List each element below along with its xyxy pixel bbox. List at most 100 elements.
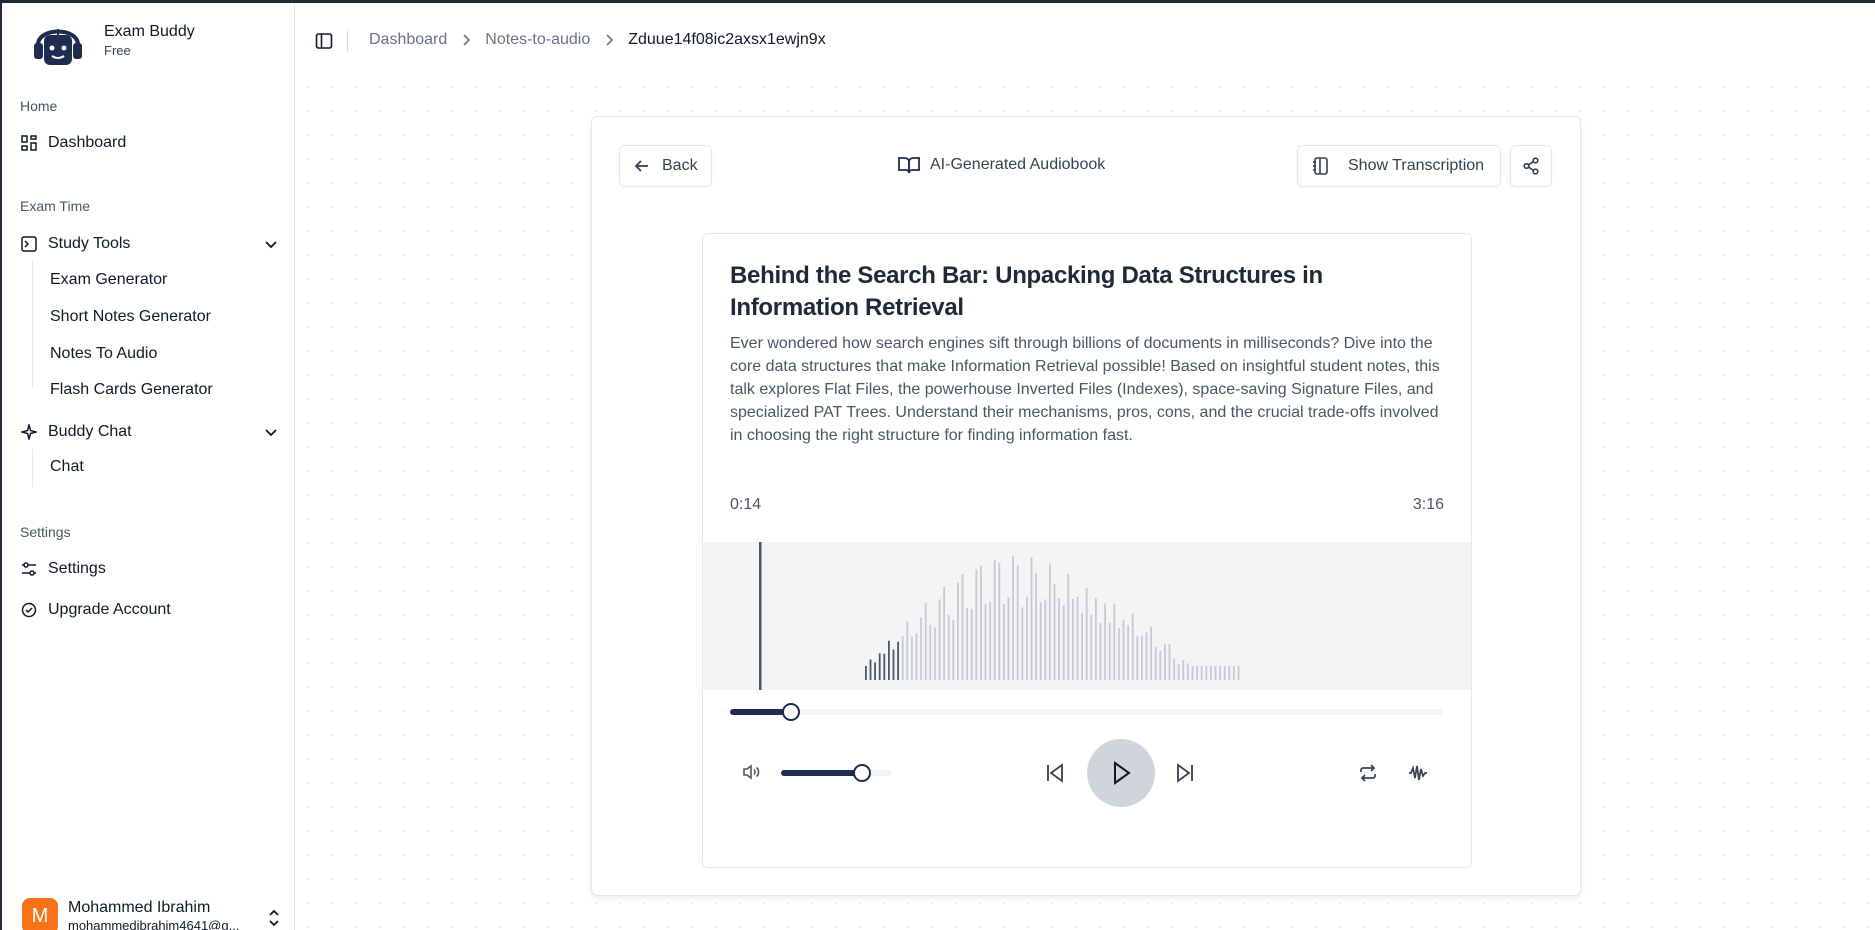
user-name: Mohammed Ibrahim — [68, 899, 211, 916]
waveform-bar — [1076, 596, 1079, 680]
arrow-left-icon — [634, 160, 648, 172]
sidebar-item-exam-generator[interactable]: Exam Generator — [50, 271, 167, 289]
waveform-bar — [1150, 627, 1152, 680]
volume-thumb[interactable] — [853, 764, 872, 782]
volume-slider[interactable] — [781, 764, 891, 782]
waveform-bar — [1173, 658, 1175, 680]
waveform-bar — [1177, 664, 1180, 680]
share-button[interactable] — [1510, 145, 1552, 187]
waveform-bar — [1122, 619, 1125, 680]
waveform-bar — [980, 565, 982, 680]
sidebar-item-chat[interactable]: Chat — [50, 458, 84, 476]
waveform-bar — [984, 604, 987, 680]
user-menu[interactable]: M Mohammed Ibrahim mohammedibrahim4641@g… — [22, 898, 282, 930]
notebook-icon — [1313, 157, 1328, 175]
volume-icon[interactable] — [741, 762, 761, 782]
back-label: Back — [662, 157, 698, 174]
play-icon — [1114, 761, 1131, 785]
waveform-bar — [1081, 613, 1083, 680]
sidebar-item-settings[interactable]: Settings — [20, 555, 280, 583]
waveform-bar — [1085, 587, 1088, 680]
chevron-down-icon[interactable] — [262, 423, 280, 441]
submenu-line — [32, 261, 33, 387]
progress-thumb[interactable] — [781, 703, 800, 721]
waveform-bar — [1113, 603, 1116, 680]
back-button[interactable]: Back — [619, 145, 712, 187]
waveform-bar — [1141, 635, 1143, 680]
sidebar-item-dashboard[interactable]: Dashboard — [20, 129, 280, 157]
waveform-bar — [957, 582, 959, 680]
book-open-icon — [898, 157, 920, 174]
sparkle-icon — [20, 423, 38, 441]
chevron-right-icon — [606, 34, 614, 46]
total-time: 3:16 — [1412, 496, 1444, 513]
waveform-bar — [911, 636, 913, 680]
waveform-bar — [934, 627, 936, 680]
brand[interactable]: Exam Buddy Free — [30, 15, 195, 67]
check-circle-icon — [20, 601, 38, 619]
waveform-bar — [1072, 598, 1074, 680]
app-name: Exam Buddy — [104, 23, 195, 40]
waveform-bar — [865, 666, 867, 680]
waveform-bar — [961, 574, 964, 680]
sidebar: Exam Buddy Free Home Dashboard Exam Time… — [0, 3, 295, 930]
waveform-bar — [998, 563, 1001, 680]
user-email: mohammedibrahim4641@g... — [68, 918, 240, 930]
waveform-bar — [1228, 666, 1231, 680]
waveform-bar — [1067, 574, 1070, 680]
previous-button[interactable] — [1043, 761, 1067, 785]
waveform-bar — [1003, 604, 1005, 680]
waveform-bar — [1131, 613, 1134, 680]
section-label-settings: Settings — [20, 524, 71, 540]
audio-player: Behind the Search Bar: Unpacking Data St… — [702, 233, 1472, 868]
waveform-bar — [1233, 666, 1235, 680]
audiobook-header: AI-Generated Audiobook — [898, 155, 1105, 175]
next-button[interactable] — [1173, 761, 1197, 785]
waveform-bar — [1007, 597, 1010, 680]
waveform-bar — [947, 615, 950, 680]
waveform-bar — [966, 607, 968, 680]
waveform-bar — [878, 653, 881, 680]
avatar: M — [22, 898, 58, 930]
waveform-bar — [1136, 636, 1139, 680]
skip-back-icon — [1047, 763, 1063, 783]
waveform-bar — [869, 659, 872, 680]
breadcrumb-notes-to-audio[interactable]: Notes-to-audio — [485, 31, 590, 49]
chevron-down-icon[interactable] — [262, 235, 280, 253]
topbar: Dashboard Notes-to-audio Zduue14f08ic2ax… — [295, 3, 1875, 75]
sidebar-item-short-notes-generator[interactable]: Short Notes Generator — [50, 308, 211, 326]
breadcrumb-current: Zduue14f08ic2axsx1ewjn9x — [628, 31, 826, 48]
play-button[interactable] — [1087, 739, 1155, 807]
current-time: 0:14 — [730, 496, 762, 513]
waveform-bar — [1039, 602, 1042, 680]
waveform-bar — [883, 653, 886, 680]
breadcrumb: Dashboard Notes-to-audio Zduue14f08ic2ax… — [369, 31, 826, 49]
sidebar-item-label: Settings — [48, 560, 106, 577]
waveform-bar — [874, 662, 876, 680]
waveform-toggle-button[interactable] — [1407, 762, 1429, 784]
sidebar-item-buddy-chat[interactable]: Buddy Chat — [20, 418, 280, 446]
breadcrumb-dashboard[interactable]: Dashboard — [369, 31, 447, 49]
sidebar-item-study-tools[interactable]: Study Tools — [20, 230, 280, 258]
repeat-icon — [1360, 764, 1376, 782]
show-transcription-button[interactable]: Show Transcription — [1297, 145, 1501, 187]
sidebar-toggle-icon[interactable] — [315, 32, 333, 50]
waveform-bar — [975, 569, 978, 680]
waveform-bar — [943, 586, 945, 680]
volume-fill — [781, 770, 863, 776]
repeat-button[interactable] — [1357, 762, 1379, 784]
audio-waveform-icon — [1409, 765, 1427, 781]
audiobook-description: Ever wondered how search engines sift th… — [730, 335, 1440, 444]
transcription-label: Show Transcription — [1348, 157, 1485, 174]
waveform-bar — [892, 649, 895, 680]
waveform-bar — [1062, 605, 1065, 680]
sidebar-item-flash-cards-generator[interactable]: Flash Cards Generator — [50, 381, 213, 399]
sidebar-item-upgrade-account[interactable]: Upgrade Account — [20, 596, 280, 624]
waveform-bar — [924, 603, 927, 680]
progress-slider[interactable] — [730, 703, 1443, 721]
waveform-bar — [1219, 666, 1221, 680]
sidebar-item-label: Study Tools — [48, 235, 131, 252]
waveform[interactable] — [703, 542, 1471, 690]
sidebar-item-notes-to-audio[interactable]: Notes To Audio — [50, 345, 157, 363]
audiobook-card: Back AI-Generated Audiobook Show Transcr… — [591, 116, 1581, 896]
